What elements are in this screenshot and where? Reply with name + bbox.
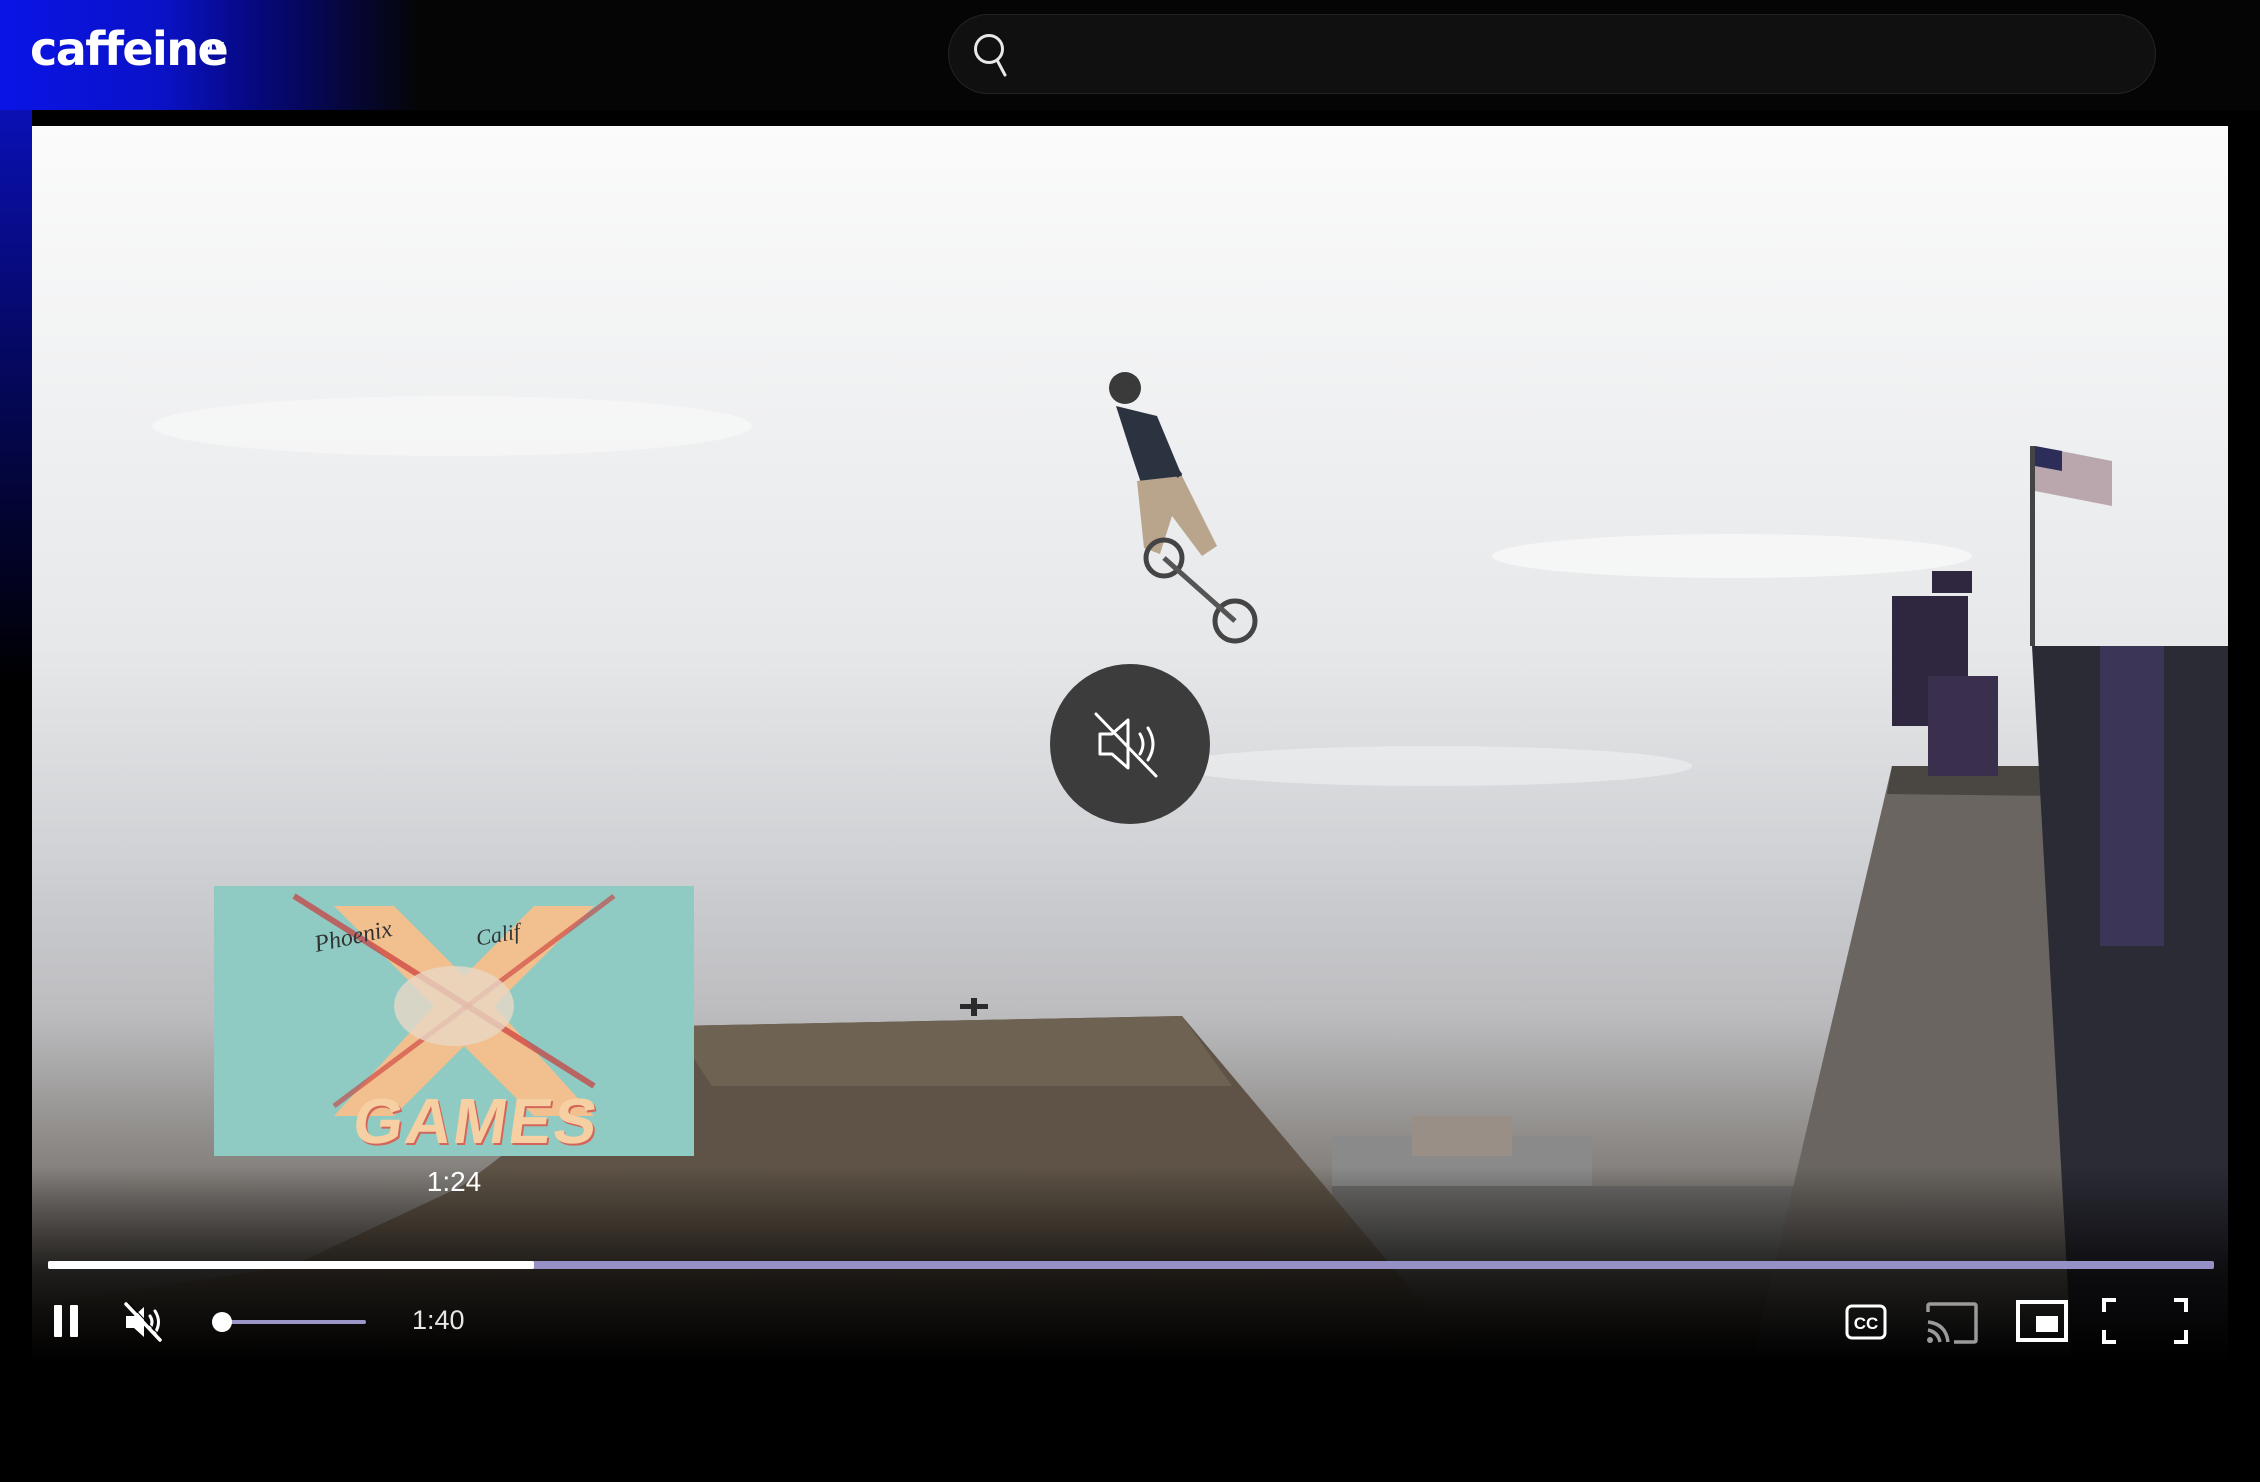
current-time: 1:40 <box>412 1305 465 1335</box>
seek-preview-time: 1:24 <box>426 1166 482 1197</box>
closed-captions-icon: CC <box>1845 1304 1887 1340</box>
top-bar: caffeine tv <box>0 0 2260 110</box>
cast-icon[interactable] <box>1924 1298 1980 1346</box>
unmute-overlay-button[interactable] <box>1050 664 1210 824</box>
search-input[interactable] <box>1025 25 2125 85</box>
search-bar[interactable] <box>948 14 2156 94</box>
fullscreen-icon[interactable] <box>2100 1296 2190 1346</box>
pause-icon[interactable] <box>46 1300 86 1342</box>
logo-wordmark: caffeine <box>30 22 229 76</box>
closed-captions-button[interactable]: CC <box>1844 1300 1888 1344</box>
logo-superscript: tv <box>208 36 225 56</box>
picture-in-picture-icon[interactable] <box>2014 1298 2070 1344</box>
thumbnail-text: GAMES <box>348 1085 604 1156</box>
seek-preview-thumbnail: Phoenix Calif GAMES <box>214 886 694 1156</box>
cc-label: CC <box>1854 1314 1879 1333</box>
logo[interactable]: caffeine tv <box>0 0 420 110</box>
seek-bar-played <box>48 1261 535 1269</box>
seek-bar[interactable] <box>48 1261 2214 1269</box>
volume-track <box>216 1320 366 1324</box>
volume-muted-icon <box>1094 712 1158 778</box>
left-accent-strip <box>0 110 32 1482</box>
volume-muted-icon[interactable] <box>120 1300 168 1344</box>
volume-knob[interactable] <box>212 1312 232 1332</box>
search-icon[interactable] <box>967 27 1015 83</box>
volume-slider[interactable] <box>210 1312 368 1332</box>
